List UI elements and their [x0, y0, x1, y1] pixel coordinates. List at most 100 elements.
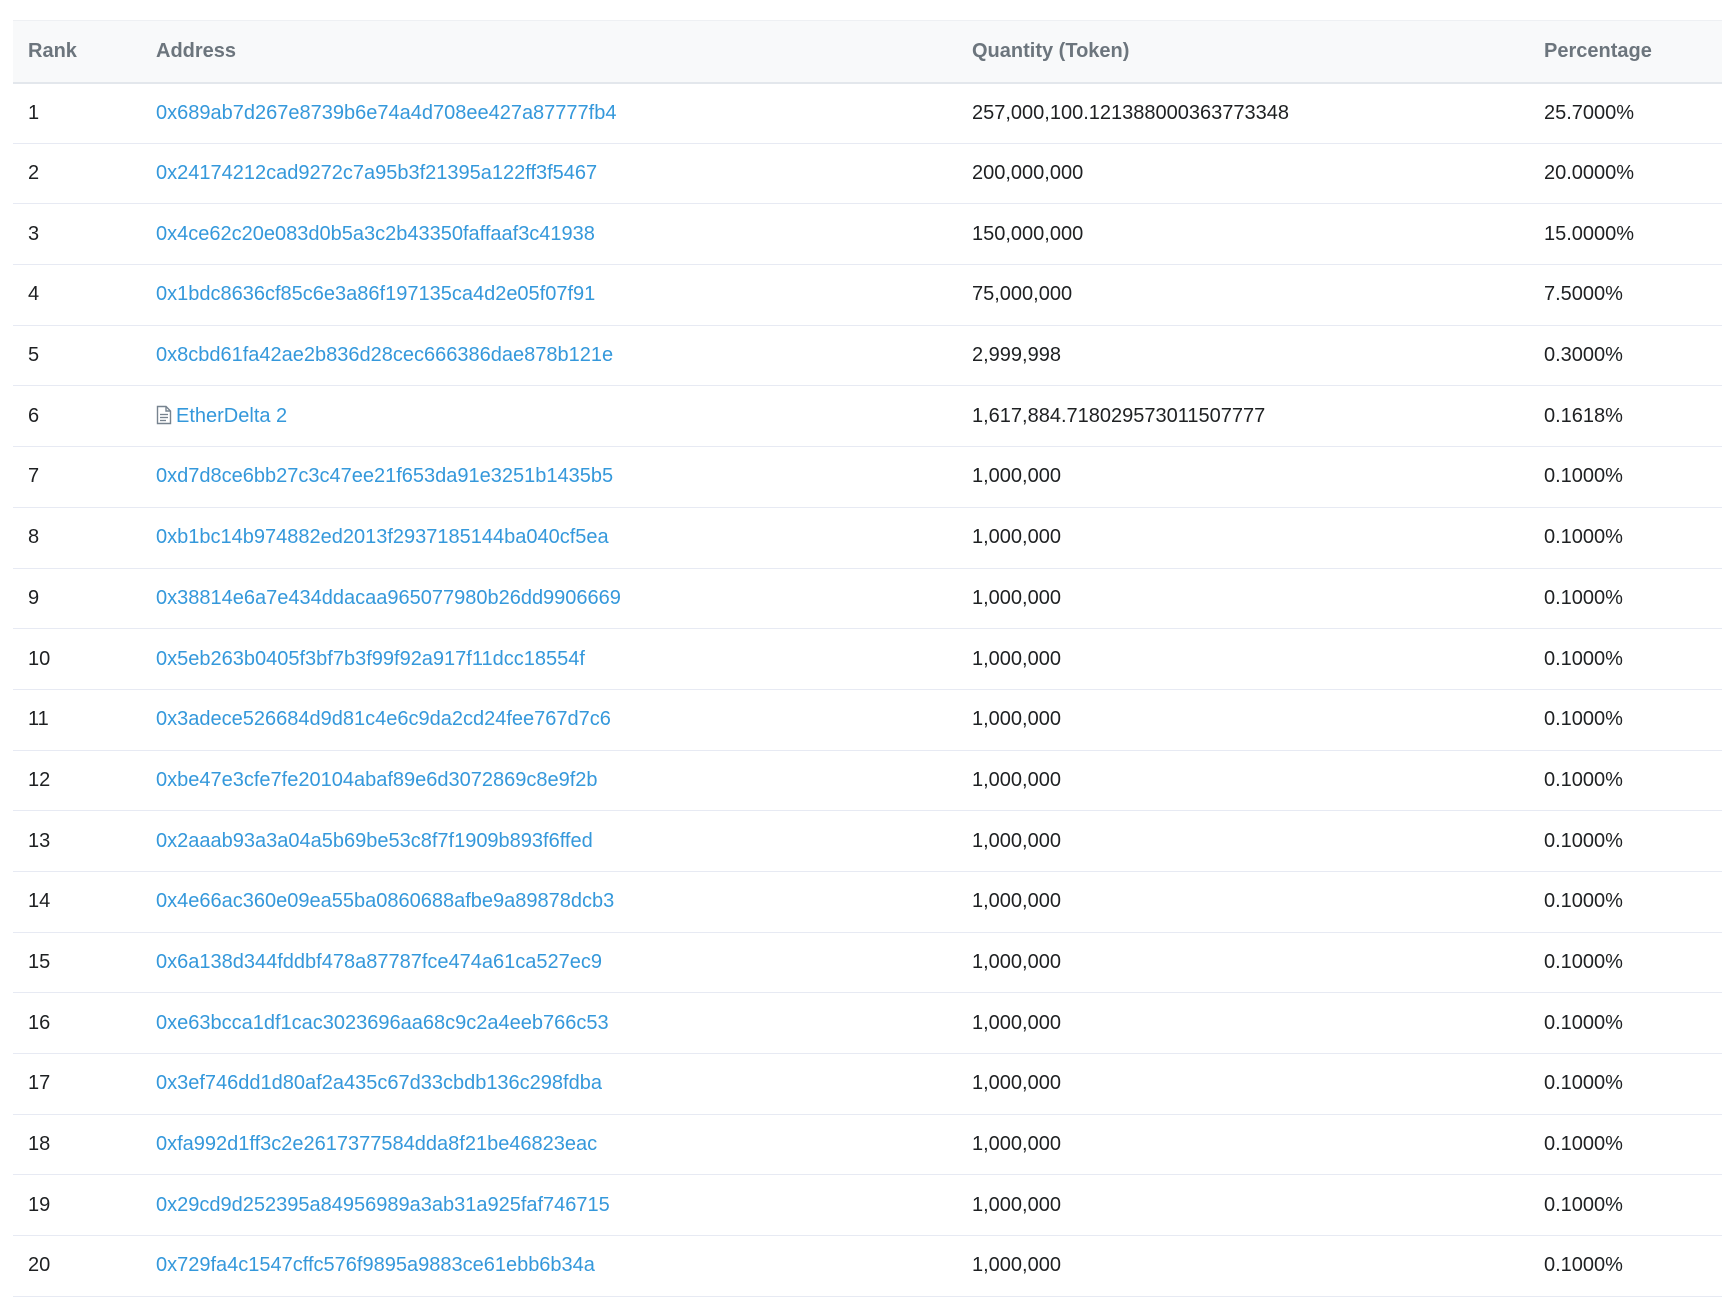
table-row: 5 0x8cbd61fa42ae2b836d28cec666386dae878b1… — [13, 325, 1722, 386]
address-link[interactable]: 0x38814e6a7e434ddacaa965077980b26dd99066… — [156, 587, 621, 609]
percentage-cell: 0.1000% — [1544, 526, 1623, 549]
rank-cell: 20 — [28, 1254, 51, 1277]
address-link[interactable]: 0x8cbd61fa42ae2b836d28cec666386dae878b12… — [156, 344, 613, 366]
rank-cell: 4 — [28, 283, 40, 306]
table-row: 20 0x729fa4c1547cffc576f9895a9883ce61ebb6… — [13, 1236, 1722, 1297]
percentage-cell: 0.1000% — [1544, 1254, 1623, 1277]
address-cell: 0x1bdc8636cf85c6e3a86f197135ca4d2e05f07f… — [156, 265, 972, 326]
rank-cell: 10 — [28, 647, 51, 670]
token-holders-table: Rank Address Quantity (Token) Percentage… — [13, 20, 1722, 1297]
address-cell: 0x24174212cad9272c7a95b3f21395a122ff3f54… — [156, 143, 972, 204]
address-link[interactable]: 0x1bdc8636cf85c6e3a86f197135ca4d2e05f07f… — [156, 283, 595, 305]
address-link[interactable]: 0x29cd9d252395a84956989a3ab31a925faf7467… — [156, 1194, 610, 1216]
quantity-cell: 1,000,000 — [972, 1072, 1061, 1095]
quantity-cell: 1,000,000 — [972, 526, 1061, 549]
rank-cell: 5 — [28, 344, 40, 367]
rank-cell: 12 — [28, 768, 51, 791]
quantity-cell: 200,000,000 — [972, 162, 1084, 185]
address-link[interactable]: 0xb1bc14b974882ed2013f2937185144ba040cf5… — [156, 526, 609, 548]
percentage-cell: 0.1000% — [1544, 465, 1623, 488]
table-row: 8 0xb1bc14b974882ed2013f2937185144ba040cf… — [13, 507, 1722, 568]
quantity-cell: 1,000,000 — [972, 890, 1061, 913]
rank-cell: 14 — [28, 890, 51, 913]
percentage-cell: 0.1000% — [1544, 1011, 1623, 1034]
address-cell: 0x4ce62c20e083d0b5a3c2b43350faffaaf3c419… — [156, 204, 972, 265]
percentage-cell: 0.3000% — [1544, 344, 1623, 367]
quantity-cell: 1,000,000 — [972, 1254, 1061, 1277]
address-cell: 0x38814e6a7e434ddacaa965077980b26dd99066… — [156, 568, 972, 629]
address-link[interactable]: 0x729fa4c1547cffc576f9895a9883ce61ebb6b3… — [156, 1254, 595, 1276]
table-row: 6 EtherDelta 2 1,617,884.71802957301150777… — [13, 386, 1722, 447]
percentage-cell: 0.1000% — [1544, 647, 1623, 670]
rank-cell: 2 — [28, 162, 40, 185]
percentage-cell: 20.0000% — [1544, 162, 1635, 185]
percentage-cell: 0.1000% — [1544, 1072, 1623, 1095]
table-row: 14 0x4e66ac360e09ea55ba0860688afbe9a89878… — [13, 871, 1722, 933]
quantity-cell: 1,000,000 — [972, 586, 1061, 609]
table-header-row: Rank Address Quantity (Token) Percentage — [13, 20, 1722, 83]
rank-cell: 6 — [28, 404, 40, 427]
percentage-cell: 0.1000% — [1544, 890, 1623, 913]
rank-cell: 7 — [28, 465, 40, 488]
address-cell: 0x729fa4c1547cffc576f9895a9883ce61ebb6b3… — [156, 1236, 972, 1297]
address-cell: 0x689ab7d267e8739b6e74a4d708ee427a87777f… — [156, 83, 972, 144]
address-cell: 0xbe47e3cfe7fe20104abaf89e6d3072869c8e9f… — [156, 750, 972, 811]
quantity-cell: 1,000,000 — [972, 829, 1061, 852]
table-row: 16 0xe63bcca1df1cac3023696aa68c9c2a4eeb76… — [13, 993, 1722, 1054]
address-cell: 0x3adece526684d9d81c4e6c9da2cd24fee767d7… — [156, 689, 972, 750]
address-link[interactable]: 0xd7d8ce6bb27c3c47ee21f653da91e3251b1435… — [156, 465, 613, 487]
table-row: 10 0x5eb263b0405f3bf7b3f99f92a917f11dcc18… — [13, 629, 1722, 690]
address-cell: 0x2aaab93a3a04a5b69be53c8f7f1909b893f6ff… — [156, 811, 972, 872]
table-row: 18 0xfa992d1ff3c2e2617377584dda8f21be4682… — [13, 1114, 1722, 1175]
quantity-cell: 75,000,000 — [972, 283, 1073, 306]
rank-cell: 8 — [28, 526, 40, 549]
table-row: 3 0x4ce62c20e083d0b5a3c2b43350faffaaf3c41… — [13, 204, 1722, 265]
quantity-cell: 2,999,998 — [972, 344, 1061, 367]
address-link[interactable]: 0xe63bcca1df1cac3023696aa68c9c2a4eeb766c… — [156, 1012, 609, 1034]
quantity-cell: 1,000,000 — [972, 1193, 1061, 1216]
table-body: 1 0x689ab7d267e8739b6e74a4d708ee427a87777… — [13, 83, 1722, 1297]
address-cell: 0xb1bc14b974882ed2013f2937185144ba040cf5… — [156, 507, 972, 568]
contract-link[interactable]: EtherDelta 2 — [176, 405, 287, 427]
quantity-cell: 1,000,000 — [972, 1133, 1061, 1156]
contract-file-icon — [156, 405, 172, 424]
address-cell: 0x5eb263b0405f3bf7b3f99f92a917f11dcc1855… — [156, 629, 972, 690]
quantity-cell: 1,000,000 — [972, 647, 1061, 670]
table-row: 1 0x689ab7d267e8739b6e74a4d708ee427a87777… — [13, 83, 1722, 144]
column-header-quantity: Quantity (Token) — [972, 39, 1130, 62]
address-link[interactable]: 0xbe47e3cfe7fe20104abaf89e6d3072869c8e9f… — [156, 769, 598, 791]
percentage-cell: 0.1000% — [1544, 708, 1623, 731]
table-row: 13 0x2aaab93a3a04a5b69be53c8f7f1909b893f6… — [13, 811, 1722, 872]
percentage-cell: 0.1000% — [1544, 586, 1623, 609]
table-row: 12 0xbe47e3cfe7fe20104abaf89e6d3072869c8e… — [13, 750, 1722, 811]
table-row: 17 0x3ef746dd1d80af2a435c67d33cbdb136c298… — [13, 1054, 1722, 1115]
address-cell: 0x29cd9d252395a84956989a3ab31a925faf7467… — [156, 1175, 972, 1236]
address-link[interactable]: 0x4e66ac360e09ea55ba0860688afbe9a89878dc… — [156, 890, 614, 912]
address-link[interactable]: 0x6a138d344fddbf478a87787fce474a61ca527e… — [156, 951, 602, 973]
percentage-cell: 0.1000% — [1544, 768, 1623, 791]
address-link[interactable]: 0x3adece526684d9d81c4e6c9da2cd24fee767d7… — [156, 708, 611, 730]
quantity-cell: 1,000,000 — [972, 708, 1061, 731]
table-row: 9 0x38814e6a7e434ddacaa965077980b26dd9906… — [13, 568, 1722, 629]
table-row: 15 0x6a138d344fddbf478a87787fce474a61ca52… — [13, 932, 1722, 993]
address-cell: 0xfa992d1ff3c2e2617377584dda8f21be46823e… — [156, 1114, 972, 1175]
token-holders-panel: Rank Address Quantity (Token) Percentage… — [13, 20, 1722, 1297]
address-link[interactable]: 0x24174212cad9272c7a95b3f21395a122ff3f54… — [156, 162, 597, 184]
address-cell: 0x6a138d344fddbf478a87787fce474a61ca527e… — [156, 932, 972, 993]
address-cell: 0x4e66ac360e09ea55ba0860688afbe9a89878dc… — [156, 871, 972, 932]
rank-cell: 11 — [28, 708, 49, 731]
percentage-cell: 0.1618% — [1544, 404, 1623, 427]
address-link[interactable]: 0x4ce62c20e083d0b5a3c2b43350faffaaf3c419… — [156, 223, 595, 245]
quantity-cell: 150,000,000 — [972, 222, 1084, 245]
address-link[interactable]: 0x3ef746dd1d80af2a435c67d33cbdb136c298fd… — [156, 1072, 602, 1094]
address-link[interactable]: 0xfa992d1ff3c2e2617377584dda8f21be46823e… — [156, 1133, 597, 1155]
table-row: 19 0x29cd9d252395a84956989a3ab31a925faf74… — [13, 1175, 1722, 1236]
address-link[interactable]: 0x2aaab93a3a04a5b69be53c8f7f1909b893f6ff… — [156, 830, 593, 852]
address-link[interactable]: 0x5eb263b0405f3bf7b3f99f92a917f11dcc1855… — [156, 648, 585, 670]
address-cell: EtherDelta 2 — [156, 386, 972, 447]
address-link[interactable]: 0x689ab7d267e8739b6e74a4d708ee427a87777f… — [156, 102, 616, 124]
quantity-cell: 257,000,100.121388000363773348 — [972, 101, 1289, 124]
quantity-cell: 1,617,884.718029573011507777 — [972, 404, 1266, 427]
address-cell: 0xd7d8ce6bb27c3c47ee21f653da91e3251b1435… — [156, 447, 972, 508]
address-cell: 0x8cbd61fa42ae2b836d28cec666386dae878b12… — [156, 325, 972, 386]
